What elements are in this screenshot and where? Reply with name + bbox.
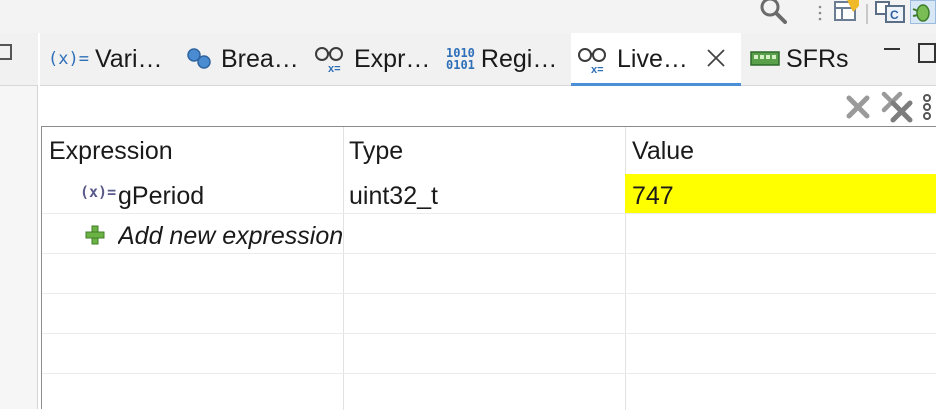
remove-all-icon[interactable] — [880, 90, 914, 124]
expression-type: uint32_t — [349, 182, 438, 210]
live-expressions-table: Expression Type Value (x)= gPeriod uint3… — [41, 126, 936, 410]
sfrs-icon — [750, 49, 780, 69]
restore-icon[interactable] — [0, 44, 12, 60]
column-header-type[interactable]: Type — [349, 137, 403, 166]
tab-variables[interactable]: (x)= Vari… — [48, 33, 163, 85]
column-header-value[interactable]: Value — [632, 137, 694, 166]
tab-label: Regi… — [480, 44, 558, 73]
variable-icon: (x)= — [80, 183, 117, 201]
variables-icon: (x)= — [48, 49, 89, 69]
svg-text:x=: x= — [591, 64, 604, 74]
close-tab-icon[interactable] — [705, 47, 727, 69]
add-icon — [84, 224, 106, 251]
breakpoints-icon — [185, 47, 215, 71]
layout-icon[interactable] — [832, 0, 860, 22]
tab-label: Expr… — [354, 44, 431, 73]
maximize-icon[interactable] — [918, 43, 936, 63]
tab-live-expressions[interactable]: x= Live… — [571, 33, 741, 86]
tab-label: Live… — [617, 45, 688, 73]
search-icon[interactable] — [758, 0, 790, 24]
view-menu-icon[interactable] — [918, 92, 936, 122]
tab-registers[interactable]: 1010 0101 Regi… — [446, 33, 557, 85]
toolbar-grip-icon — [818, 4, 822, 24]
svg-text:x=: x= — [328, 63, 341, 73]
svg-text:C: C — [890, 8, 899, 22]
toolbar-separator — [866, 4, 868, 24]
left-view-panel — [0, 33, 38, 409]
tab-sfrs[interactable]: SFRs — [750, 33, 849, 85]
debug-view-tabbar: (x)= Vari… Brea… x= Expr… 1010 0101 Regi… — [40, 33, 936, 86]
column-divider[interactable] — [625, 127, 626, 410]
expression-name[interactable]: gPeriod — [118, 182, 204, 211]
main-toolbar — [0, 0, 936, 33]
row-divider — [42, 373, 936, 374]
row-divider — [42, 213, 936, 214]
expression-value[interactable]: 747 — [632, 182, 674, 211]
tab-breakpoints[interactable]: Brea… — [185, 33, 299, 85]
tab-label: Brea… — [221, 44, 299, 73]
row-divider — [42, 333, 936, 334]
row-divider — [42, 293, 936, 294]
expressions-icon: x= — [314, 45, 348, 73]
column-header-expression[interactable]: Expression — [49, 137, 173, 166]
cpp-perspective-icon[interactable]: C — [874, 0, 908, 24]
tab-label: SFRs — [786, 44, 849, 73]
tab-expressions[interactable]: x= Expr… — [314, 33, 430, 85]
row-divider — [42, 253, 936, 254]
live-expressions-icon: x= — [577, 46, 611, 74]
add-new-expression[interactable]: Add new expression — [118, 222, 342, 251]
remove-icon[interactable] — [844, 93, 872, 121]
minimize-icon[interactable] — [882, 45, 902, 64]
view-toolbar — [40, 86, 936, 126]
registers-icon: 1010 0101 — [446, 46, 475, 72]
tab-label: Vari… — [94, 44, 163, 73]
column-divider[interactable] — [343, 127, 344, 410]
debug-perspective-icon[interactable] — [910, 0, 936, 24]
